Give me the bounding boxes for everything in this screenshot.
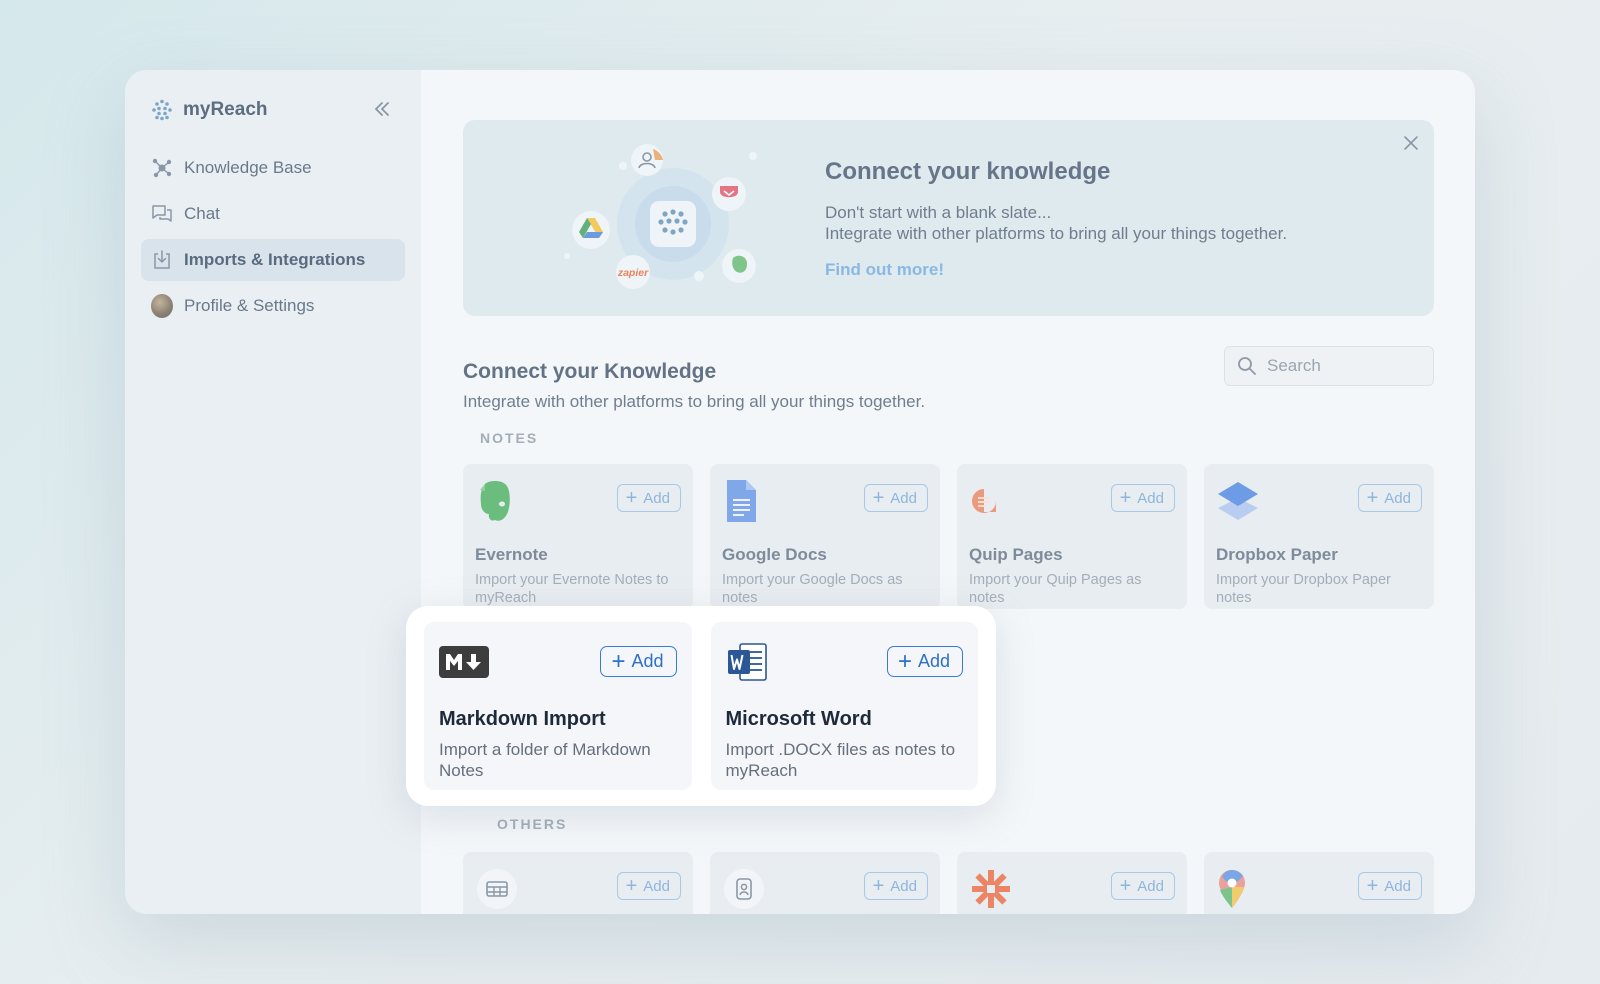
myreach-logo-icon	[152, 99, 172, 121]
section-subtitle: Integrate with other platforms to bring …	[463, 392, 926, 411]
brand-name: myReach	[183, 99, 268, 120]
others-cards: + Add + Add + Add + Add	[463, 852, 1434, 914]
card-description: Import .DOCX files as notes to myReach	[725, 740, 956, 780]
card-description: Import your Quip Pages as notes	[969, 572, 1142, 606]
dropbox-paper-icon	[1216, 476, 1266, 526]
card-description: Import a folder of Markdown Notes	[439, 740, 651, 780]
app-frame: myReach Knowledge Base Chat Imports & In…	[0, 0, 1600, 984]
close-banner-button[interactable]	[1400, 132, 1422, 154]
add-contacts-button[interactable]: + Add	[863, 872, 928, 900]
add-dropbox-paper-button[interactable]: + Add	[1357, 484, 1422, 512]
banner-line: Don't start with a blank slate...	[825, 203, 1052, 222]
banner-title: Connect your knowledge	[825, 158, 1111, 185]
card-description: Import your Dropbox Paper notes	[1216, 572, 1391, 606]
integration-card-google-maps[interactable]: + Add	[1204, 852, 1434, 914]
add-zapier-button[interactable]: + Add	[1110, 872, 1175, 900]
word-icon	[726, 637, 776, 687]
find-out-more-link[interactable]: Find out more!	[825, 260, 944, 280]
banner-text: Connect your knowledge Don't start with …	[825, 158, 1287, 280]
add-google-docs-button[interactable]: + Add	[863, 484, 928, 512]
import-icon	[151, 249, 173, 271]
sidebar-item-imports-integrations[interactable]: Imports & Integrations	[141, 239, 405, 281]
zapier-logo: zapier	[617, 267, 649, 279]
section-header: Connect your Knowledge Integrate with ot…	[463, 346, 1434, 430]
card-description: Import your Google Docs as notes	[722, 572, 903, 606]
close-icon	[1404, 136, 1418, 150]
sidebar: myReach Knowledge Base Chat Imports & In…	[125, 70, 421, 914]
integration-card-zapier[interactable]: + Add	[957, 852, 1187, 914]
sidebar-item-label: Knowledge Base	[184, 158, 312, 177]
google-maps-icon	[1216, 864, 1266, 914]
integration-card-dropbox-paper[interactable]: + Add Dropbox Paper Import your Dropbox P…	[1204, 464, 1434, 609]
brand: myReach	[141, 90, 405, 130]
category-label-notes: NOTES	[480, 430, 539, 446]
double-chevron-left-icon	[374, 102, 389, 116]
graph-icon	[151, 157, 173, 179]
quip-icon	[969, 476, 1019, 526]
sidebar-item-profile-settings[interactable]: Profile & Settings	[141, 285, 405, 327]
sidebar-item-label: Profile & Settings	[184, 296, 315, 315]
connect-banner: zapier Connect your knowledge Don't star…	[463, 120, 1434, 316]
chat-icon	[151, 203, 173, 225]
contact-card-icon	[722, 864, 772, 914]
integration-card-table[interactable]: + Add	[463, 852, 693, 914]
add-evernote-button[interactable]: + Add	[616, 484, 681, 512]
card-description: Import your Evernote Notes to myReach	[475, 572, 669, 606]
zapier-icon	[969, 864, 1019, 914]
evernote-icon	[475, 476, 525, 526]
card-title: Google Docs	[722, 545, 827, 564]
banner-body: Don't start with a blank slate... Integr…	[825, 202, 1287, 244]
integration-card-markdown[interactable]: + Add Markdown Import Import a folder of …	[424, 622, 692, 790]
card-title: Markdown Import	[439, 708, 606, 730]
integration-card-microsoft-word[interactable]: + Add Microsoft Word Import .DOCX files a…	[710, 622, 978, 790]
integration-card-contacts[interactable]: + Add	[710, 852, 940, 914]
integration-card-quip[interactable]: + Add Quip Pages Import your Quip Pages a…	[957, 464, 1187, 609]
search-box	[1224, 346, 1434, 386]
collapse-sidebar-button[interactable]	[371, 98, 393, 120]
card-title: Dropbox Paper	[1216, 545, 1338, 564]
search-icon	[1238, 357, 1256, 375]
add-table-button[interactable]: + Add	[616, 872, 681, 900]
add-microsoft-word-button[interactable]: + Add	[886, 646, 963, 677]
sidebar-item-knowledge-base[interactable]: Knowledge Base	[141, 147, 405, 189]
add-markdown-button[interactable]: + Add	[600, 646, 677, 677]
table-icon	[475, 864, 525, 914]
markdown-icon	[439, 637, 489, 687]
sidebar-item-label: Chat	[184, 204, 220, 223]
sidebar-nav: Knowledge Base Chat Imports & Integratio…	[141, 147, 405, 327]
banner-line: Integrate with other platforms to bring …	[825, 224, 1288, 243]
card-title: Quip Pages	[969, 545, 1063, 564]
highlighted-integrations: + Add Markdown Import Import a folder of …	[406, 606, 996, 806]
search-input[interactable]	[1267, 356, 1417, 376]
integration-card-evernote[interactable]: + Add Evernote Import your Evernote Notes…	[463, 464, 693, 609]
google-docs-icon	[722, 476, 772, 526]
notes-cards: + Add Evernote Import your Evernote Notes…	[463, 464, 1434, 609]
integration-card-google-docs[interactable]: + Add Google Docs Import your Google Docs…	[710, 464, 940, 609]
card-title: Microsoft Word	[725, 708, 872, 730]
sidebar-item-label: Imports & Integrations	[184, 250, 366, 269]
sidebar-item-chat[interactable]: Chat	[141, 193, 405, 235]
add-google-maps-button[interactable]: + Add	[1357, 872, 1422, 900]
category-label-others: OTHERS	[497, 816, 568, 832]
avatar	[151, 294, 173, 318]
card-title: Evernote	[475, 545, 548, 564]
integrations-illustration: zapier	[564, 144, 757, 289]
add-quip-button[interactable]: + Add	[1110, 484, 1175, 512]
